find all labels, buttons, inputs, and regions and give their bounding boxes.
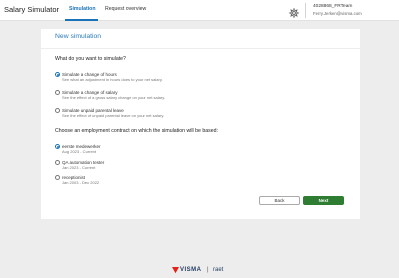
radio-contract[interactable] — [55, 144, 60, 149]
radio-contract[interactable] — [55, 175, 60, 180]
title-card: New simulation — [41, 29, 360, 48]
contract-period: Jan 2003 - Dec 2022 — [62, 180, 100, 185]
contract-label: eerste medewerker — [62, 143, 101, 149]
logo-visma-text: VISMA — [180, 267, 202, 273]
tab-request-overview[interactable]: Request overview — [105, 6, 146, 12]
logo-raet-text: raet — [213, 267, 224, 273]
option-description: See the effect of a gross salary change … — [62, 95, 166, 100]
option-label: Simulate unpaid parental leave — [62, 107, 124, 113]
header-divider — [305, 3, 306, 18]
option-label: Simulate a change of hours — [62, 71, 117, 77]
option-label: Simulate a change of salary — [62, 89, 118, 95]
active-tab-indicator — [65, 19, 98, 21]
radio-contract[interactable] — [55, 160, 60, 165]
radio-change-salary[interactable] — [55, 90, 60, 95]
visma-raet-logo: VISMA | raet — [172, 267, 232, 277]
radio-parental-leave[interactable] — [55, 108, 60, 113]
question-simulation-type: What do you want to simulate? — [55, 56, 126, 62]
contract-period: Aug 2023 - Current — [62, 149, 97, 154]
logo-separator: | — [207, 267, 209, 273]
contract-label: receptionist — [62, 174, 86, 180]
simulation-form: What do you want to simulate? Simulate a… — [41, 49, 360, 219]
visma-logo-mark-icon — [172, 267, 179, 274]
footer: VISMA | raet — [0, 261, 399, 278]
contract-period: Jan 2023 - Current — [62, 165, 96, 170]
radio-change-hours[interactable] — [55, 72, 60, 77]
top-bar: Salary Simulator Simulation Request over… — [0, 0, 399, 21]
contract-label: QA automation tester — [62, 159, 105, 165]
gear-icon[interactable] — [289, 5, 299, 18]
back-button[interactable]: Back — [259, 196, 300, 205]
option-description: See what an adjustment in hours does to … — [62, 77, 163, 82]
next-button[interactable]: Next — [303, 196, 344, 205]
question-contract: Choose an employment contract on which t… — [55, 128, 218, 134]
page-title: New simulation — [55, 33, 102, 40]
option-description: See the effect of unpaid parental leave … — [62, 113, 165, 118]
user-email[interactable]: Ferry.Jerken@visma.com — [313, 11, 362, 16]
user-id[interactable]: 4028868_FRTeam — [313, 4, 352, 9]
tab-simulation[interactable]: Simulation — [69, 6, 96, 12]
app-title: Salary Simulator — [4, 5, 60, 14]
